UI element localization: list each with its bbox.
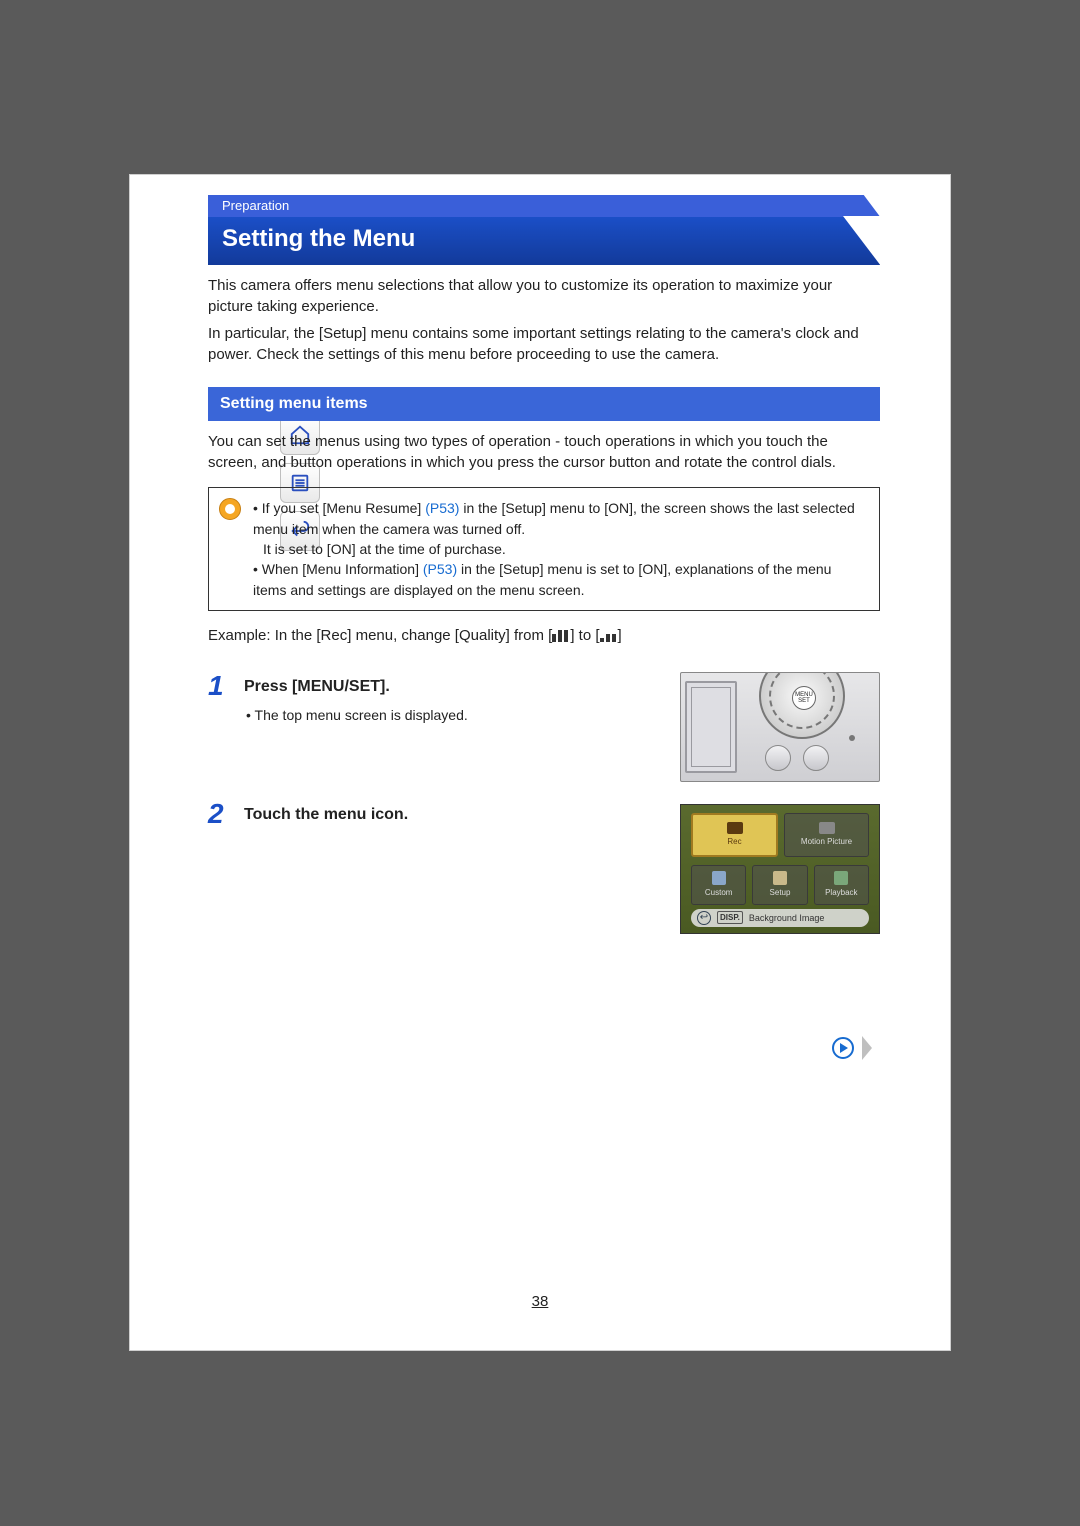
step-title: Press [MENU/SET]. [244,676,668,698]
step-2: 2 Touch the menu icon. Rec Motion Pictur… [208,800,880,934]
note-bullet-1: • If you set [Menu Resume] (P53) in the … [253,498,867,539]
footer-text: Background Image [749,912,825,925]
menu-set-button-icon: MENU SET [792,686,816,710]
link-p53-b[interactable]: (P53) [423,561,457,577]
quality-low-icon [600,630,618,642]
page-number: 38 [130,1293,950,1310]
figure-camera-controls: MENU SET [680,672,880,782]
note-box: • If you set [Menu Resume] (P53) in the … [208,487,880,610]
disp-label: DISP. [717,911,743,924]
arrow-right-icon [832,1037,854,1059]
link-p53-a[interactable]: (P53) [425,500,459,516]
note-bullet-1-sub: It is set to [ON] at the time of purchas… [253,539,867,559]
page-title: Setting the Menu [208,217,880,265]
intro-para-2: In particular, the [Setup] menu contains… [208,323,880,365]
control-dial-icon: MENU SET [759,672,845,739]
back-small-icon: ↩ [697,911,711,925]
menu-tile-playback: Playback [814,865,869,905]
breadcrumb: Preparation [208,195,880,217]
step-1: 1 Press [MENU/SET]. • The top menu scree… [208,672,880,782]
tip-icon [219,498,241,520]
step-number: 2 [208,800,232,828]
quality-high-icon [552,630,570,642]
play-icon [834,871,848,885]
menu-tile-motion: Motion Picture [784,813,869,857]
step-subtext: • The top menu screen is displayed. [244,706,668,726]
intro-para-1: This camera offers menu selections that … [208,275,880,317]
camera-icon [727,822,743,834]
menu-tile-setup: Setup [752,865,807,905]
figure-touchscreen-menu: Rec Motion Picture Custom Setup Playback… [680,804,880,934]
section-subheading: Setting menu items [208,387,880,421]
next-page-arrow[interactable] [832,1036,872,1060]
wrench-icon [773,871,787,885]
note-bullet-2: • When [Menu Information] (P53) in the [… [253,559,867,600]
wrench-icon [712,871,726,885]
example-line: Example: In the [Rec] menu, change [Qual… [208,625,880,646]
step-number: 1 [208,672,232,700]
menu-tile-rec: Rec [691,813,778,857]
section-description: You can set the menus using two types of… [208,431,880,473]
menu-tile-custom: Custom [691,865,746,905]
step-title: Touch the menu icon. [244,804,668,826]
video-icon [819,822,835,834]
